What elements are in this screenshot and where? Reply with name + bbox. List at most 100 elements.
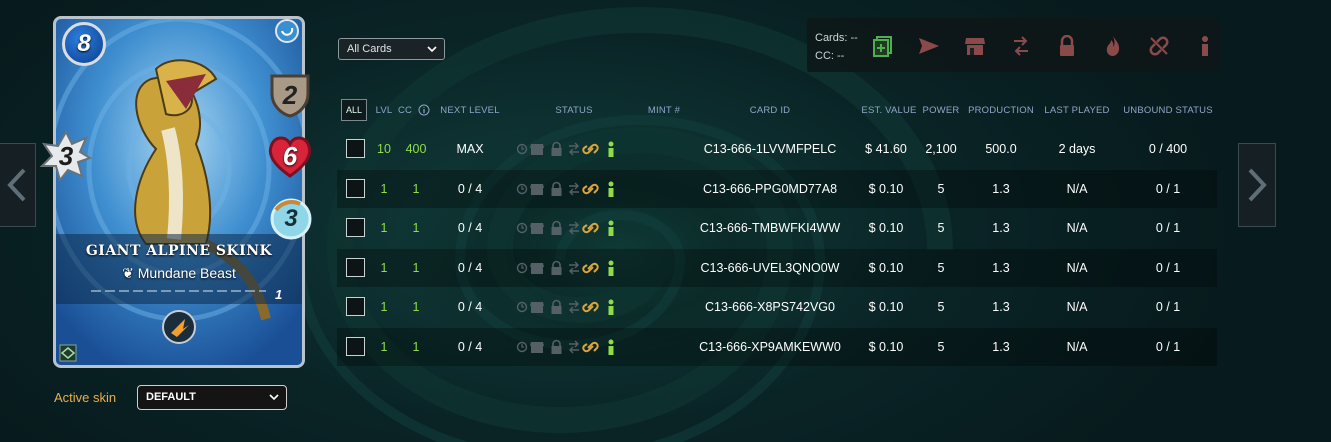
header-unbound-status[interactable]: UNBOUND STATUS [1123,105,1213,116]
header-card-id[interactable]: CARD ID [750,105,790,116]
market-icon [530,263,544,274]
cell-next-level: MAX [456,142,484,156]
cell-power: 5 [937,300,945,314]
table-row[interactable]: 10 400 MAX C13-666-1LVVMFPELC $ 41.60 2,100 50… [337,130,1217,168]
cell-est-value: $ 0.10 [868,221,904,235]
market-icon [530,342,544,353]
add-to-deck-icon [873,36,892,57]
cell-power: 5 [937,261,945,275]
cell-unbound-status: 0 / 1 [1155,182,1181,196]
owner-icon [608,141,614,157]
card-filter-value: All Cards [347,43,392,55]
cell-production: 1.3 [992,221,1010,235]
select-all-button[interactable]: ALL [341,99,367,121]
header-est-value[interactable]: EST. VALUE [861,105,916,116]
transfer-button[interactable] [1009,34,1033,58]
status-icons[interactable] [516,259,626,277]
transfer-icon [569,221,579,235]
cell-cc: 1 [412,182,420,196]
lock-icon [551,339,562,354]
mana-cost: 8 [62,22,106,66]
cell-production: 1.3 [992,340,1010,354]
row-checkbox[interactable] [346,218,365,237]
cell-cc: 1 [412,221,420,235]
info-icon [1202,36,1208,56]
table-row[interactable]: 1 1 0 / 4 C13-666-TMBWFKI4WW $ 0.10 5 1.3 N/A 0 … [337,209,1217,247]
clock-icon [516,143,528,155]
armor-stat: 2 [268,72,312,118]
selection-summary: Cards: -- CC: -- [815,29,858,65]
cell-power: 2,100 [925,142,957,156]
lock-icon [551,141,562,156]
cell-card-id[interactable]: C13-666-UVEL3QNO0W [701,261,840,275]
beast-icon: ❦ [122,265,138,281]
cell-next-level: 0 / 4 [457,182,483,196]
row-checkbox[interactable] [346,258,365,277]
melee-stat: 3 [40,130,92,182]
clock-icon [516,301,528,313]
table-row[interactable]: 1 1 0 / 4 C13-666-UVEL3QNO0W $ 0.10 5 1.3 N/A 0 … [337,249,1217,287]
cell-cc: 1 [412,261,420,275]
armor-value: 2 [282,79,298,110]
transfer-icon [569,300,579,314]
card-name: GIANT ALPINE SKINK [85,243,273,259]
row-checkbox[interactable] [346,139,365,158]
chevron-right-icon [1248,168,1267,202]
header-power[interactable]: POWER [923,105,960,116]
transfer-icon [569,182,579,196]
next-card-button[interactable] [1238,143,1276,227]
table-row[interactable]: 1 1 0 / 4 C13-666-XP9AMKEWW0 $ 0.10 5 1.3 N/A 0 … [337,328,1217,366]
chevron-down-icon [269,394,279,401]
status-icons[interactable] [516,298,626,316]
lock-icon [1060,35,1074,56]
card-filter-select[interactable]: All Cards [338,38,445,60]
burn-button[interactable] [1101,34,1125,58]
lock-button[interactable] [1055,34,1079,58]
cell-card-id[interactable]: C13-666-TMBWFKI4WW [700,221,840,235]
row-checkbox[interactable] [346,297,365,316]
unlink-button[interactable] [1147,34,1171,58]
cell-unbound-status: 0 / 1 [1155,261,1181,275]
active-skin-label: Active skin [54,390,117,405]
link-icon [582,301,599,313]
status-icons[interactable] [516,180,626,198]
clock-icon [516,222,528,234]
add-to-deck-button[interactable] [871,34,895,58]
status-icons[interactable] [516,219,626,237]
cell-card-id[interactable]: C13-666-PPG0MD77A8 [703,182,837,196]
card-type: ❦ Mundane Beast [56,265,302,282]
status-icons[interactable] [516,140,626,158]
cell-power: 5 [937,340,945,354]
cc-info-icon[interactable] [418,104,430,119]
link-icon [582,262,599,274]
transfer-icon [569,340,579,354]
cell-card-id[interactable]: C13-666-XP9AMKEWW0 [699,340,841,354]
active-skin-select[interactable]: DEFAULT [137,385,287,410]
table-row[interactable]: 1 1 0 / 4 C13-666-X8PS742VG0 $ 0.10 5 1.3 N/A 0 … [337,288,1217,326]
previous-card-button[interactable] [0,143,36,227]
market-icon [530,184,544,195]
header-cc[interactable]: CC [398,105,412,116]
cell-lvl: 1 [380,340,388,354]
header-next-level[interactable]: NEXT LEVEL [440,105,499,116]
info-button[interactable] [1193,34,1217,58]
card-image: GIANT ALPINE SKINK ❦ Mundane Beast 1 [53,16,305,368]
active-skin-value: DEFAULT [146,391,196,403]
header-last-played[interactable]: LAST PLAYED [1044,105,1109,116]
lock-icon [551,181,562,196]
owner-icon [608,260,614,276]
header-lvl[interactable]: LVL [376,105,393,116]
send-button[interactable] [917,34,941,58]
cell-card-id[interactable]: C13-666-1LVVMFPELC [704,142,836,156]
header-production[interactable]: PRODUCTION [968,105,1034,116]
row-checkbox[interactable] [346,337,365,356]
status-icons[interactable] [516,338,626,356]
header-mint[interactable]: MINT # [648,105,680,116]
cell-card-id[interactable]: C13-666-X8PS742VG0 [705,300,835,314]
table-row[interactable]: 1 1 0 / 4 C13-666-PPG0MD77A8 $ 0.10 5 1.3 N/A 0 … [337,170,1217,208]
sell-button[interactable] [963,34,987,58]
cell-lvl: 1 [380,182,388,196]
header-status[interactable]: STATUS [555,105,592,116]
cell-unbound-status: 0 / 400 [1148,142,1188,156]
row-checkbox[interactable] [346,179,365,198]
